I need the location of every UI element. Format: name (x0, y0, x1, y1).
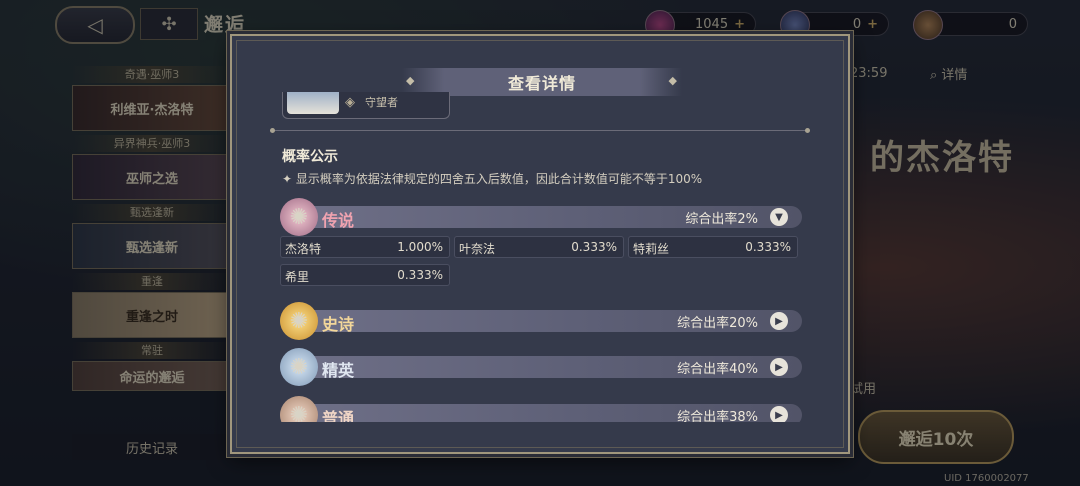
tier-name: 传说 (322, 211, 355, 230)
previous-item-label: 守望者 (365, 96, 398, 109)
character-rate: 0.333% (745, 240, 791, 254)
tier-legendary[interactable]: ✺ 传说 综合出率2% ▼ (280, 198, 802, 236)
character-cell: 杰洛特 1.000% (280, 236, 450, 258)
character-name: 叶奈法 (459, 242, 496, 256)
tier-name: 精英 (322, 361, 355, 380)
detail-modal: 查看详情 ◈ 守望者 概率公示 ✦ 显示概率为依据法律规定的四舍五入后数值，因此… (230, 34, 850, 454)
epic-emblem-icon: ✺ (280, 302, 318, 340)
tier-name: 史诗 (322, 315, 355, 334)
character-rate: 0.333% (571, 240, 617, 254)
chevron-right-icon[interactable]: ▶ (770, 312, 788, 330)
tier-rate: 综合出率38% (677, 410, 758, 422)
chevron-right-icon[interactable]: ▶ (770, 358, 788, 376)
elite-emblem-icon: ✺ (280, 348, 318, 386)
legendary-emblem-icon: ✺ (280, 198, 318, 236)
character-portrait (287, 92, 339, 114)
previous-item-card: ◈ 守望者 (282, 92, 450, 119)
character-cell: 特莉丝 0.333% (628, 236, 798, 258)
character-name: 杰洛特 (285, 242, 322, 256)
chevron-down-icon[interactable]: ▼ (770, 208, 788, 226)
common-emblem-icon: ✺ (280, 396, 318, 422)
rank-badge-icon: ◈ (345, 95, 355, 110)
tier-rate: 综合出率2% (685, 212, 758, 227)
tier-elite[interactable]: ✺ 精英 综合出率40% ▶ (280, 348, 802, 386)
tier-name: 普通 (322, 409, 355, 422)
section-title: 概率公示 (282, 149, 338, 165)
tier-common[interactable]: ✺ 普通 综合出率38% ▶ (280, 396, 802, 422)
section-divider (270, 128, 810, 133)
character-name: 特莉丝 (633, 242, 670, 256)
tier-rate: 综合出率20% (677, 316, 758, 331)
character-cell: 叶奈法 0.333% (454, 236, 624, 258)
tier-rate: 综合出率40% (677, 362, 758, 377)
section-note: ✦ 显示概率为依据法律规定的四舍五入后数值，因此合计数值可能不等于100% (282, 172, 703, 186)
character-name: 希里 (285, 270, 310, 284)
character-rate: 1.000% (397, 240, 443, 254)
character-rate: 0.333% (397, 268, 443, 282)
modal-scroll-area[interactable]: ◈ 守望者 概率公示 ✦ 显示概率为依据法律规定的四舍五入后数值，因此合计数值可… (270, 92, 810, 422)
tier-epic[interactable]: ✺ 史诗 综合出率20% ▶ (280, 302, 802, 340)
character-cell: 希里 0.333% (280, 264, 450, 286)
chevron-right-icon[interactable]: ▶ (770, 406, 788, 422)
